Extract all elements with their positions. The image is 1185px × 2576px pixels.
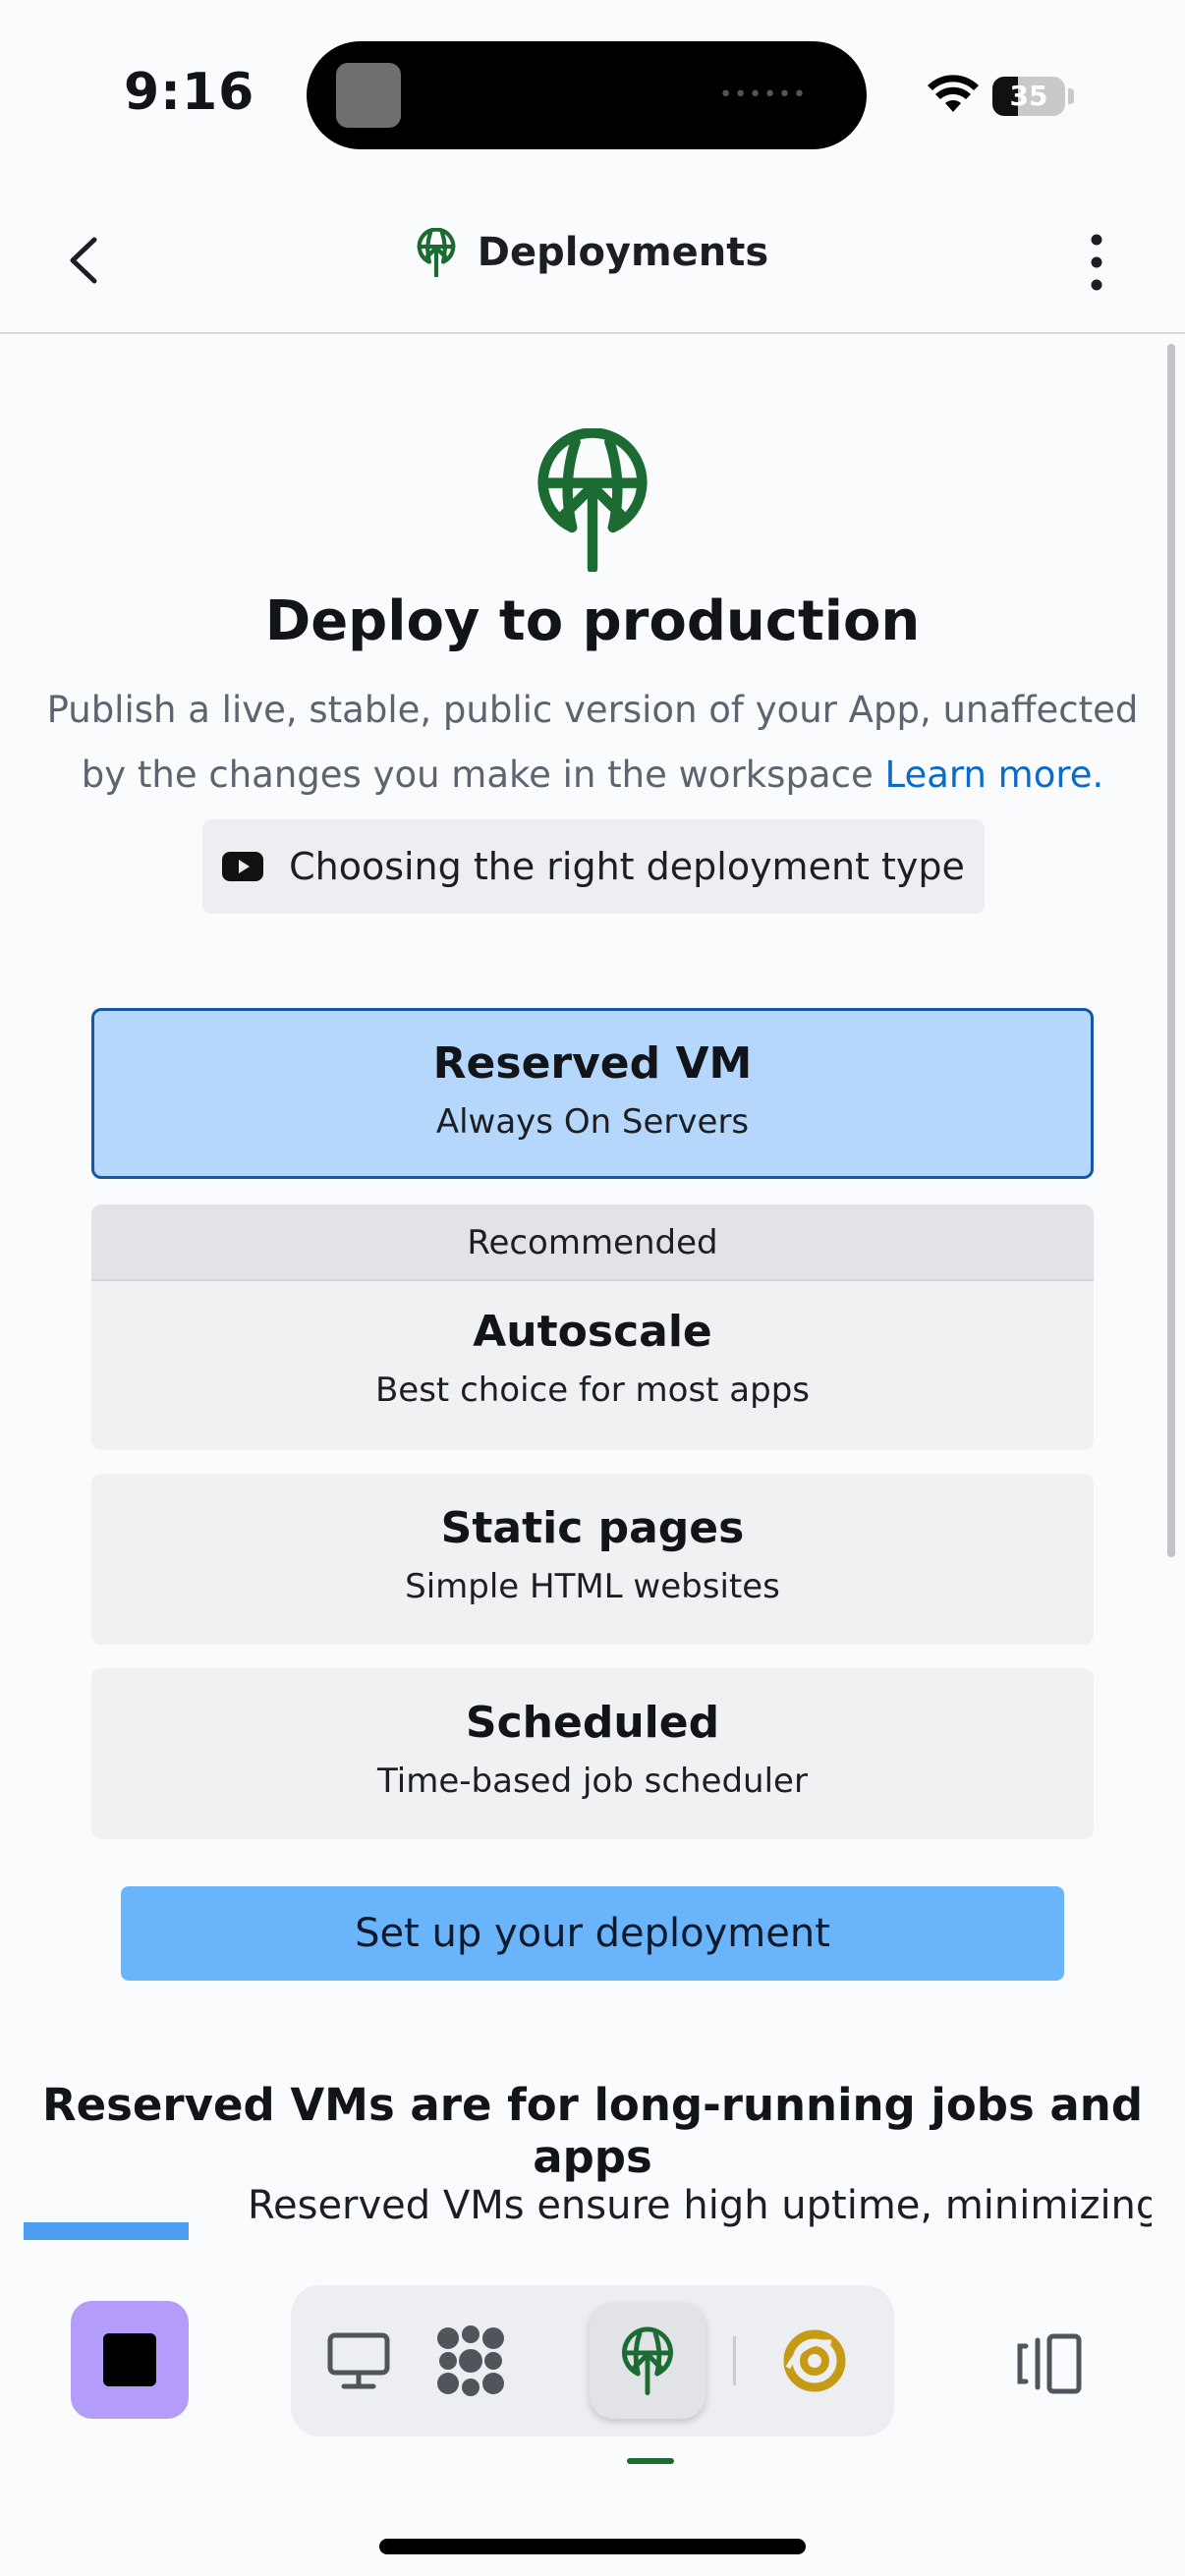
option-scheduled[interactable]: Scheduled Time-based job scheduler — [91, 1668, 1094, 1839]
learn-more-link[interactable]: Learn more. — [884, 754, 1103, 796]
deployments-tab-button[interactable] — [590, 2303, 705, 2419]
option-title: Scheduled — [465, 1698, 720, 1748]
partial-illustration — [24, 2222, 189, 2240]
option-subtitle: Best choice for most apps — [374, 1371, 811, 1410]
home-indicator — [379, 2539, 806, 2554]
battery-percent: 35 — [1009, 80, 1048, 112]
option-title: Autoscale — [473, 1307, 712, 1357]
more-options-button[interactable] — [1073, 230, 1120, 295]
panels-button[interactable] — [1012, 2330, 1091, 2399]
tray-divider — [733, 2336, 736, 2385]
spiral-logo-icon — [783, 2329, 846, 2392]
globe-upload-icon — [417, 228, 456, 277]
option-title: Static pages — [440, 1503, 745, 1553]
section-heading: Reserved VMs are for long-running jobs a… — [41, 2079, 1144, 2183]
battery-tip — [1068, 88, 1074, 104]
deploy-globe-icon — [537, 428, 648, 572]
option-subtitle: Simple HTML websites — [405, 1567, 780, 1606]
battery-icon: 35 — [992, 77, 1065, 116]
page-description: Publish a live, stable, public version o… — [29, 678, 1156, 808]
status-bar: 9:16 •••••• 35 — [0, 0, 1185, 187]
assistant-tab-button[interactable] — [757, 2303, 873, 2419]
youtube-icon — [222, 852, 264, 881]
option-autoscale[interactable]: Recommended Autoscale Best choice for mo… — [91, 1204, 1094, 1450]
stop-button[interactable] — [71, 2301, 189, 2419]
active-tab-indicator — [627, 2458, 674, 2464]
deployment-type-video-link[interactable]: Choosing the right deployment type — [202, 819, 985, 914]
page-title-nav: Deployments — [417, 228, 768, 277]
status-time: 9:16 — [124, 63, 255, 122]
extensions-tab-button[interactable] — [413, 2303, 529, 2419]
audio-waveform-icon: •••••• — [719, 83, 808, 107]
grid-blobs-icon — [437, 2325, 504, 2396]
wifi-icon — [928, 75, 979, 112]
vertical-dots-icon — [1091, 234, 1102, 291]
recommended-badge: Recommended — [91, 1204, 1094, 1281]
preview-tab-button[interactable] — [301, 2303, 417, 2419]
dynamic-island: •••••• — [307, 41, 867, 149]
now-playing-artwork — [336, 63, 401, 128]
nav-title-wrap: Deployments — [0, 228, 1185, 281]
option-subtitle: Always On Servers — [435, 1102, 750, 1142]
section-text: Reserved VMs ensure high uptime, minimiz… — [248, 2183, 1152, 2228]
nav-title-text: Deployments — [477, 230, 769, 275]
option-subtitle: Time-based job scheduler — [377, 1762, 808, 1801]
video-link-label: Choosing the right deployment type — [289, 845, 965, 888]
option-title: Reserved VM — [432, 1038, 753, 1089]
option-static-pages[interactable]: Static pages Simple HTML websites — [91, 1474, 1094, 1645]
globe-upload-icon — [622, 2326, 673, 2395]
set-up-deployment-button[interactable]: Set up your deployment — [121, 1886, 1064, 1981]
stop-icon — [103, 2333, 156, 2386]
scrollbar[interactable] — [1167, 344, 1175, 1557]
page-title: Deploy to production — [264, 589, 921, 653]
nav-bar: Deployments — [0, 187, 1185, 334]
option-reserved-vm[interactable]: Reserved VM Always On Servers — [91, 1008, 1094, 1179]
tool-tray — [291, 2285, 894, 2436]
side-panels-icon — [1017, 2333, 1082, 2394]
monitor-icon — [327, 2332, 390, 2389]
bottom-toolbar — [0, 2240, 1185, 2576]
